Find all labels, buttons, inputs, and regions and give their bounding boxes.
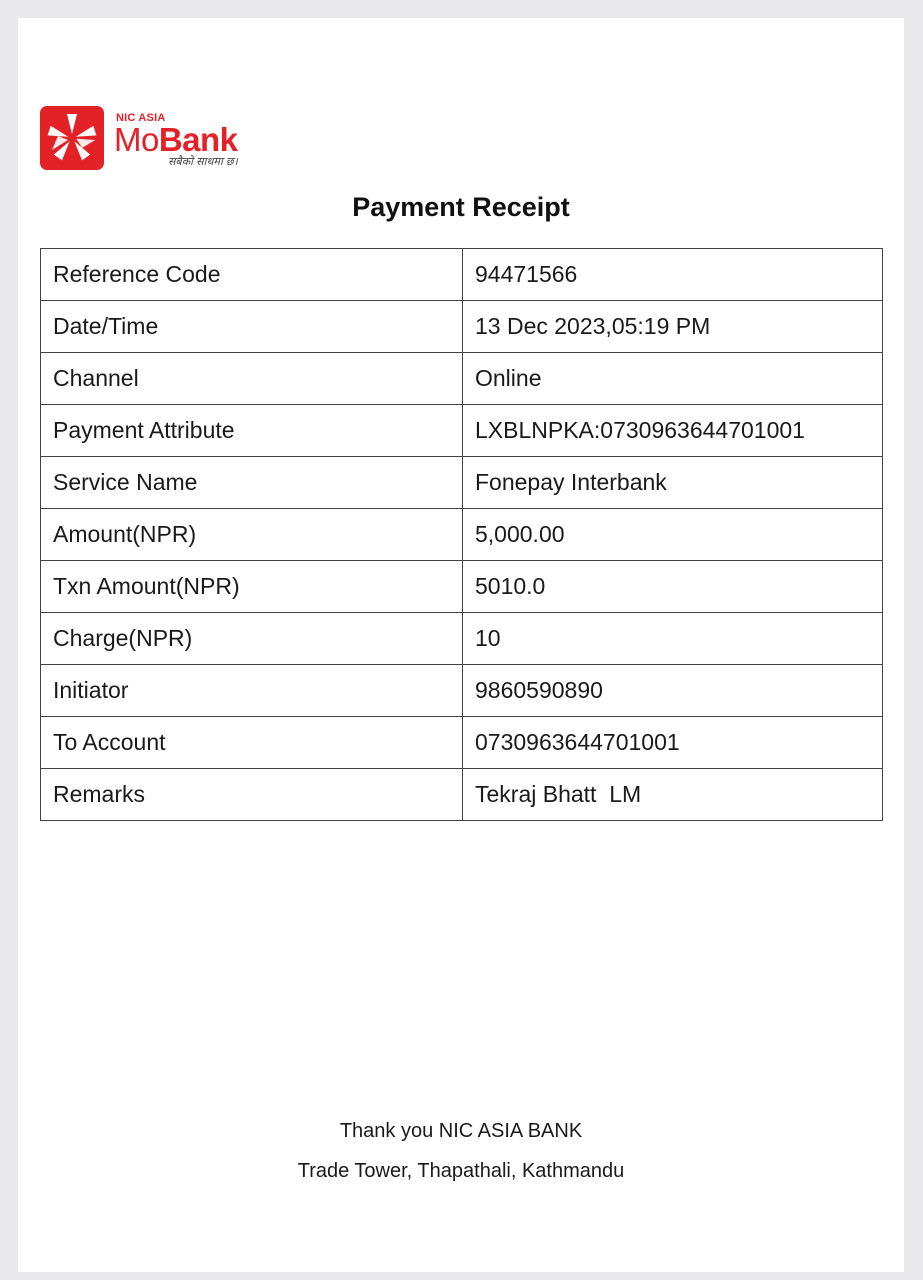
- table-row: Txn Amount(NPR) 5010.0: [40, 560, 883, 613]
- row-label: Payment Attribute: [40, 404, 463, 457]
- row-value: 9860590890: [462, 664, 883, 717]
- row-value: 5,000.00: [462, 508, 883, 561]
- table-row: Reference Code 94471566: [40, 248, 883, 301]
- row-label: Charge(NPR): [40, 612, 463, 665]
- page-title: Payment Receipt: [352, 192, 570, 222]
- receipt-page: NIC ASIA MoBank सबैको साथमा छ। Payment R…: [18, 18, 904, 1272]
- row-value: 10: [462, 612, 883, 665]
- table-row: Date/Time 13 Dec 2023,05:19 PM: [40, 300, 883, 353]
- table-row: Initiator 9860590890: [40, 664, 883, 717]
- row-label: Txn Amount(NPR): [40, 560, 463, 613]
- table-row: Payment Attribute LXBLNPKA:0730963644701…: [40, 404, 883, 457]
- table-row: Remarks Tekraj Bhatt LM: [40, 768, 883, 821]
- row-label: Remarks: [40, 768, 463, 821]
- row-value: Online: [462, 352, 883, 405]
- logo-name-bank: Bank: [158, 121, 238, 158]
- row-value: 94471566: [462, 248, 883, 301]
- table-row: Amount(NPR) 5,000.00: [40, 508, 883, 561]
- table-row: Channel Online: [40, 352, 883, 405]
- footer-address: Trade Tower, Thapathali, Kathmandu: [297, 1160, 625, 1182]
- table-row: Charge(NPR) 10: [40, 612, 883, 665]
- row-label: Service Name: [40, 456, 463, 509]
- footer-thanks: Thank you NIC ASIA BANK: [339, 1120, 583, 1142]
- row-value: 5010.0: [462, 560, 883, 613]
- row-label: Date/Time: [40, 300, 463, 353]
- row-label: Channel: [40, 352, 463, 405]
- receipt-table: Reference Code 94471566 Date/Time 13 Dec…: [40, 248, 883, 821]
- nic-asia-star-icon: [40, 106, 104, 170]
- row-label: Reference Code: [40, 248, 463, 301]
- row-label: Initiator: [40, 664, 463, 717]
- row-value: Tekraj Bhatt LM: [462, 768, 883, 821]
- table-row: To Account 0730963644701001: [40, 716, 883, 769]
- row-value: 13 Dec 2023,05:19 PM: [462, 300, 883, 353]
- logo-name-mo: Mo: [114, 121, 159, 158]
- row-value: LXBLNPKA:0730963644701001: [462, 404, 883, 457]
- row-value: 0730963644701001: [462, 716, 883, 769]
- table-row: Service Name Fonepay Interbank: [40, 456, 883, 509]
- row-label: Amount(NPR): [40, 508, 463, 561]
- row-value: Fonepay Interbank: [462, 456, 883, 509]
- bank-logo: NIC ASIA MoBank सबैको साथमा छ।: [40, 106, 280, 176]
- row-label: To Account: [40, 716, 463, 769]
- logo-tagline: सबैको साथमा छ।: [168, 156, 238, 168]
